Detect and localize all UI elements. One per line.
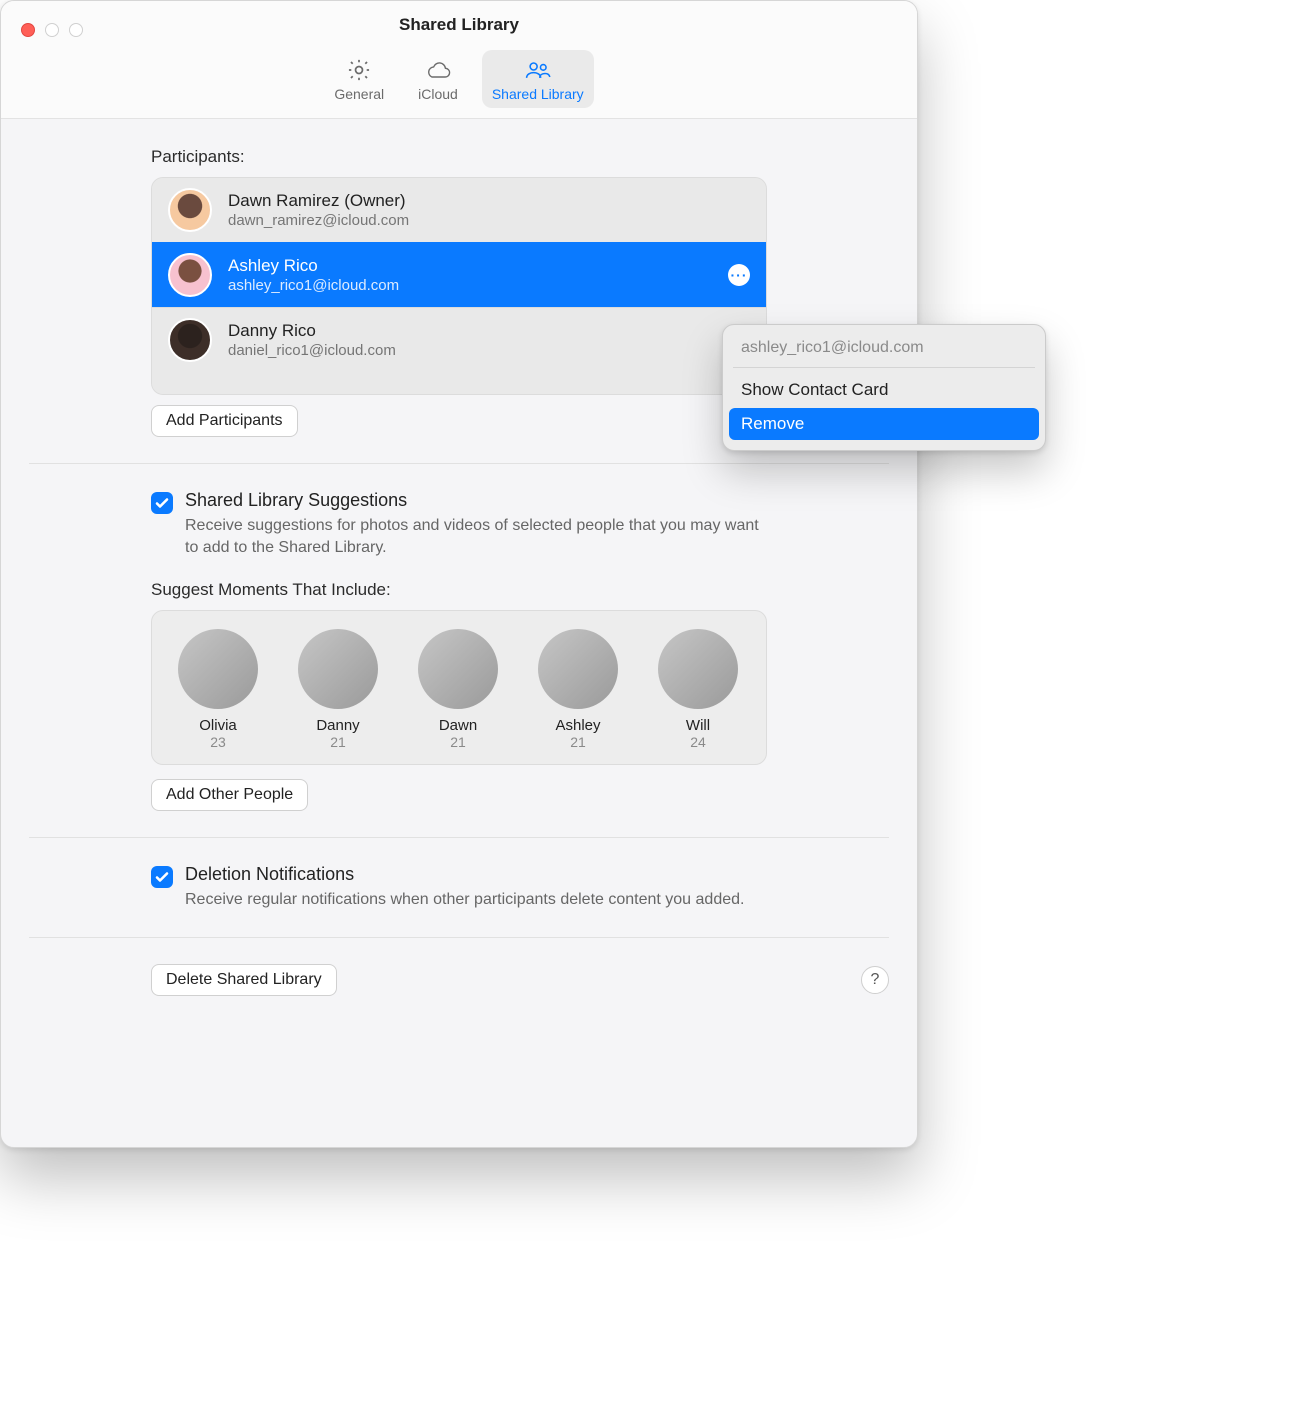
person-photo (658, 629, 738, 709)
menu-remove[interactable]: Remove (729, 408, 1039, 440)
tab-icloud[interactable]: iCloud (408, 50, 468, 108)
person-item[interactable]: Danny 21 (292, 629, 384, 750)
participant-row[interactable]: Ashley Rico ashley_rico1@icloud.com ··· (152, 242, 766, 307)
avatar (168, 253, 212, 297)
person-name: Dawn (439, 717, 477, 734)
participants-list: Dawn Ramirez (Owner) dawn_ramirez@icloud… (151, 177, 767, 395)
person-photo (178, 629, 258, 709)
person-photo (538, 629, 618, 709)
person-count: 21 (450, 734, 466, 750)
person-item[interactable]: Dawn 21 (412, 629, 504, 750)
context-menu-email: ashley_rico1@icloud.com (723, 335, 1045, 367)
people-icon (524, 56, 552, 84)
add-participants-button[interactable]: Add Participants (151, 405, 298, 437)
person-name: Ashley (555, 717, 600, 734)
menu-show-contact-card[interactable]: Show Contact Card (723, 374, 1045, 406)
gear-icon (345, 56, 373, 84)
titlebar: Shared Library General iCloud Shared Lib… (1, 1, 917, 119)
cloud-icon (424, 56, 452, 84)
person-count: 23 (210, 734, 226, 750)
tab-general[interactable]: General (324, 50, 394, 108)
participant-text: Danny Rico daniel_rico1@icloud.com (228, 321, 396, 359)
participant-name: Danny Rico (228, 321, 396, 341)
window-title: Shared Library (1, 15, 917, 35)
participant-text: Dawn Ramirez (Owner) dawn_ramirez@icloud… (228, 191, 409, 229)
help-button[interactable]: ? (861, 966, 889, 994)
person-photo (418, 629, 498, 709)
participant-context-menu: ashley_rico1@icloud.com Show Contact Car… (722, 324, 1046, 451)
divider (29, 463, 889, 464)
suggest-moments-label: Suggest Moments That Include: (151, 580, 767, 600)
participant-email: ashley_rico1@icloud.com (228, 277, 399, 294)
participant-row[interactable]: Danny Rico daniel_rico1@icloud.com (152, 307, 766, 372)
settings-window: Shared Library General iCloud Shared Lib… (0, 0, 918, 1148)
person-item[interactable]: Olivia 23 (172, 629, 264, 750)
toolbar-tabs: General iCloud Shared Library (1, 50, 917, 108)
person-count: 24 (690, 734, 706, 750)
participants-label: Participants: (1, 147, 917, 177)
participant-text: Ashley Rico ashley_rico1@icloud.com (228, 256, 399, 294)
avatar (168, 188, 212, 232)
divider (29, 937, 889, 938)
content: Participants: Dawn Ramirez (Owner) dawn_… (1, 119, 917, 1020)
person-item[interactable]: Ashley 21 (532, 629, 624, 750)
deletion-title: Deletion Notifications (185, 864, 744, 885)
add-other-people-button[interactable]: Add Other People (151, 779, 308, 811)
deletion-section: Deletion Notifications Receive regular n… (151, 864, 767, 911)
person-name: Will (686, 717, 710, 734)
participant-name: Dawn Ramirez (Owner) (228, 191, 409, 211)
person-count: 21 (330, 734, 346, 750)
participant-name: Ashley Rico (228, 256, 399, 276)
suggestions-section: Shared Library Suggestions Receive sugge… (151, 490, 767, 811)
divider (29, 837, 889, 838)
delete-shared-library-button[interactable]: Delete Shared Library (151, 964, 337, 996)
participant-row[interactable]: Dawn Ramirez (Owner) dawn_ramirez@icloud… (152, 178, 766, 242)
deletion-desc: Receive regular notifications when other… (185, 889, 744, 911)
tab-shared-library[interactable]: Shared Library (482, 50, 594, 108)
person-name: Olivia (199, 717, 237, 734)
participant-email: daniel_rico1@icloud.com (228, 342, 396, 359)
suggestions-checkbox[interactable] (151, 492, 173, 514)
people-card: Olivia 23 Danny 21 Dawn 21 Ashley 21 (151, 610, 767, 765)
tab-label: General (334, 86, 384, 102)
person-name: Danny (316, 717, 359, 734)
deletion-checkbox[interactable] (151, 866, 173, 888)
more-button[interactable]: ··· (728, 264, 750, 286)
person-item[interactable]: Will 24 (652, 629, 744, 750)
person-photo (298, 629, 378, 709)
participant-row-partial (152, 372, 766, 394)
menu-separator (733, 367, 1035, 368)
suggestions-title: Shared Library Suggestions (185, 490, 765, 511)
avatar (168, 318, 212, 362)
tab-label: Shared Library (492, 86, 584, 102)
tab-label: iCloud (418, 86, 458, 102)
suggestions-desc: Receive suggestions for photos and video… (185, 515, 765, 558)
person-count: 21 (570, 734, 586, 750)
participant-email: dawn_ramirez@icloud.com (228, 212, 409, 229)
